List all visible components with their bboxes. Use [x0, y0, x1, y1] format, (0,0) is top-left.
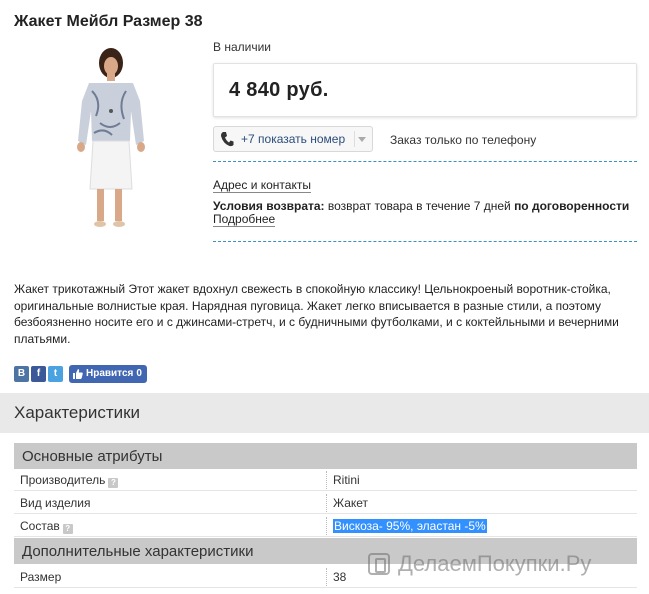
spec-value: Ritini: [333, 473, 360, 487]
return-bold: по договоренности: [514, 199, 630, 213]
row-divider: [326, 494, 327, 512]
spec-label: Производитель?: [20, 473, 119, 488]
more-details-link[interactable]: Подробнее: [213, 212, 276, 227]
availability-status: В наличии: [213, 40, 272, 54]
show-phone-label: +7 показать номер: [241, 132, 346, 146]
return-text: возврат товара в течение 7 дней: [324, 199, 515, 213]
phone-icon: [220, 131, 234, 147]
spec-label: Состав?: [20, 519, 73, 534]
help-icon[interactable]: ?: [62, 524, 73, 534]
thumbs-up-icon: [73, 369, 83, 379]
show-phone-button[interactable]: +7 показать номер: [213, 126, 373, 152]
specs-title: Характеристики: [14, 403, 141, 422]
price-box: 4 840 руб.: [213, 63, 637, 117]
row-divider: [326, 517, 327, 535]
group-title: Дополнительные характеристики: [22, 543, 254, 560]
spec-value: Жакет: [333, 496, 369, 510]
return-conditions: Условия возврата: возврат товара в течен…: [213, 199, 629, 213]
address-contacts-link[interactable]: Адрес и контакты: [213, 178, 311, 193]
row-divider: [326, 568, 327, 586]
like-button[interactable]: Нравится 0: [69, 365, 147, 383]
product-description: Жакет трикотажный Этот жакет вдохнул све…: [14, 282, 619, 346]
like-label: Нравится: [86, 368, 134, 379]
spec-value: 38: [333, 570, 347, 584]
spec-row-manufacturer: Производитель? Ritini: [14, 469, 637, 491]
group-header-main: Основные атрибуты: [14, 443, 637, 469]
spec-value-selected[interactable]: Вискоза- 95%, эластан -5%: [333, 519, 487, 533]
product-price: 4 840 руб.: [229, 79, 329, 101]
spec-row-composition: Состав? Вискоза- 95%, эластан -5%: [14, 515, 637, 537]
watermark: ДелаемПокупки.Ру: [368, 551, 591, 577]
watermark-text: ДелаемПокупки.Ру: [398, 551, 592, 576]
spec-label: Вид изделия: [20, 496, 91, 510]
vk-icon[interactable]: В: [14, 366, 29, 382]
facebook-icon[interactable]: f: [31, 366, 46, 382]
product-title: Жакет Мейбл Размер 38: [14, 13, 203, 30]
spec-label: Размер: [20, 570, 62, 584]
product-photo[interactable]: [14, 41, 204, 231]
watermark-logo-icon: [368, 553, 390, 575]
chevron-down-icon[interactable]: [354, 131, 368, 147]
return-label: Условия возврата:: [213, 199, 325, 213]
group-title: Основные атрибуты: [22, 448, 163, 465]
row-divider: [326, 471, 327, 489]
twitter-icon[interactable]: t: [48, 366, 63, 382]
help-icon[interactable]: ?: [108, 478, 119, 488]
like-count: 0: [136, 368, 142, 379]
order-note: Заказ только по телефону: [390, 133, 537, 147]
dashed-divider: [213, 241, 637, 242]
social-share-bar: В f t Нравится 0: [14, 365, 147, 383]
specs-header: Характеристики: [0, 393, 649, 433]
spec-row-item-type: Вид изделия Жакет: [14, 492, 637, 514]
dashed-divider: [213, 161, 637, 162]
